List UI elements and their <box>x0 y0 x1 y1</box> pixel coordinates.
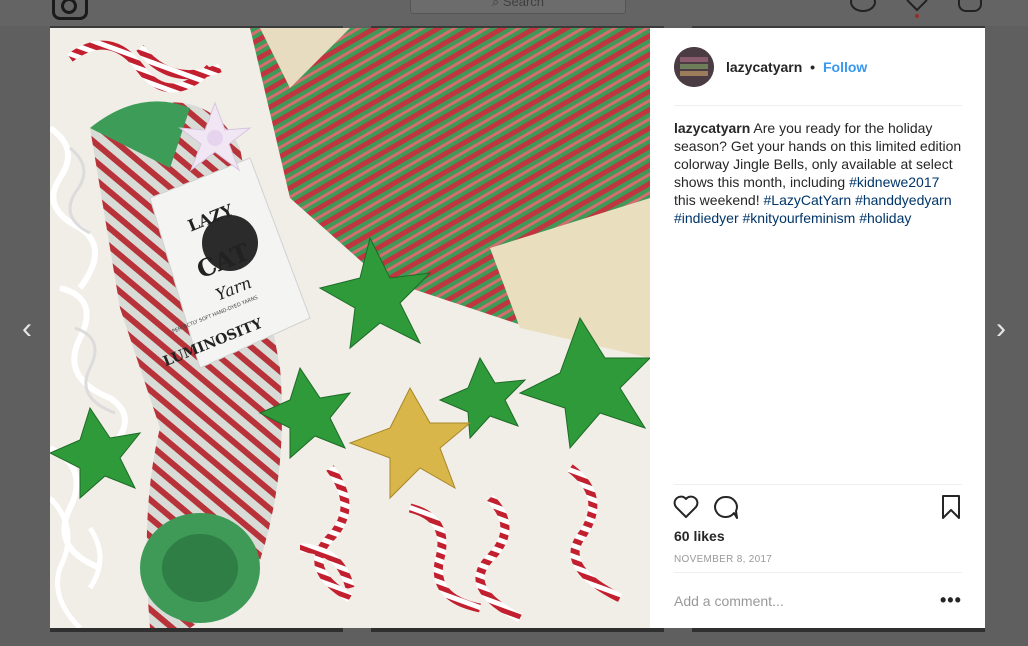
search-placeholder: Search <box>502 0 545 9</box>
header-divider <box>674 105 962 106</box>
bookmark-icon[interactable] <box>940 494 962 520</box>
background-tile <box>371 628 664 632</box>
next-post-arrow-icon[interactable]: › <box>996 314 1006 344</box>
hashtag-link[interactable]: #indiedyer <box>674 210 739 226</box>
comment-bubble-icon[interactable] <box>712 494 740 520</box>
profile-icon[interactable] <box>958 0 982 12</box>
likes-count[interactable]: 60 likes <box>674 528 725 544</box>
hashtag-link[interactable]: #kidnewe2017 <box>849 174 939 190</box>
background-tile <box>50 628 343 632</box>
post-date: NOVEMBER 8, 2017 <box>674 554 773 565</box>
background-tile <box>692 628 985 632</box>
post-caption: lazycatyarn Are you ready for the holida… <box>674 119 964 227</box>
avatar[interactable] <box>674 47 714 87</box>
post-photo[interactable]: LAZY CAT Yarn PERFECTLY SOFT HAND-DYED Y… <box>50 28 650 628</box>
header-separator: • <box>810 59 816 75</box>
post-details-panel: lazycatyarn • Follow lazycatyarn Are you… <box>650 28 985 628</box>
yarn-photo-illustration: LAZY CAT Yarn PERFECTLY SOFT HAND-DYED Y… <box>50 28 650 628</box>
previous-post-arrow-icon[interactable]: ‹ <box>22 314 32 344</box>
add-comment-input[interactable]: Add a comment... <box>674 593 784 609</box>
avatar-image <box>674 47 714 87</box>
notification-dot <box>915 14 919 18</box>
caption-text-mid: this weekend! <box>674 192 764 208</box>
activity-heart-icon[interactable] <box>905 0 929 12</box>
hashtag-link[interactable]: #handdyedyarn <box>855 192 952 208</box>
hashtag-link[interactable]: #holiday <box>859 210 911 226</box>
follow-button[interactable]: Follow <box>823 59 867 75</box>
actions-divider <box>674 484 962 485</box>
username-link[interactable]: lazycatyarn <box>726 59 802 75</box>
like-heart-icon[interactable] <box>672 494 700 520</box>
caption-username-link[interactable]: lazycatyarn <box>674 120 750 136</box>
comment-divider <box>674 572 962 573</box>
more-options-button[interactable]: ••• <box>940 590 962 611</box>
post-header: lazycatyarn • Follow <box>726 59 867 75</box>
search-input[interactable]: ⌕ Search <box>410 0 626 14</box>
hashtag-link[interactable]: #knityourfeminism <box>743 210 856 226</box>
hashtag-link[interactable]: #LazyCatYarn <box>764 192 852 208</box>
